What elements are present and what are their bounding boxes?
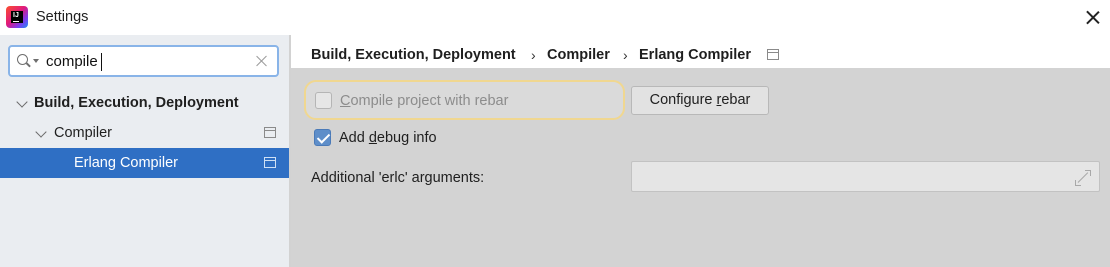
tree-item-label: Erlang Compiler — [74, 155, 178, 171]
clear-search-icon[interactable] — [255, 54, 269, 68]
expand-icon[interactable] — [1074, 169, 1092, 187]
tree-item-compiler[interactable]: Compiler — [0, 118, 289, 148]
mnemonic-char: C — [340, 93, 351, 109]
compile-with-rebar-label: Compile project with rebar — [340, 93, 508, 109]
search-field[interactable] — [8, 45, 279, 77]
breadcrumb-item[interactable]: Compiler — [547, 47, 610, 63]
label-text: ompile project with rebar — [350, 93, 509, 109]
add-debug-info-label[interactable]: Add debug info — [339, 130, 437, 146]
mnemonic-char: d — [368, 130, 377, 146]
label-text: ebug info — [376, 130, 437, 146]
breadcrumb-separator: › — [623, 47, 628, 63]
tree-item-build-execution-deployment[interactable]: Build, Execution, Deployment — [0, 88, 289, 118]
breadcrumb-item: Erlang Compiler — [639, 47, 751, 63]
label-text: Add — [339, 130, 369, 146]
title-bar: IJ Settings — [0, 0, 1110, 35]
search-icon[interactable] — [16, 53, 39, 69]
project-level-icon — [264, 127, 276, 138]
window-title: Settings — [36, 9, 89, 25]
compile-with-rebar-option: Compile project with rebar — [304, 80, 625, 120]
erlc-arguments-label: Additional 'erlc' arguments: — [311, 170, 485, 186]
add-debug-info-checkbox[interactable] — [314, 129, 331, 146]
erlc-arguments-input[interactable] — [631, 161, 1100, 192]
logo-text: IJ — [13, 12, 19, 19]
tree-item-label: Compiler — [54, 125, 113, 141]
label-text: ebar — [721, 92, 751, 108]
breadcrumb-item[interactable]: Build, Execution, Deployment — [311, 47, 516, 63]
label-text: Configure — [649, 92, 717, 108]
compile-with-rebar-checkbox[interactable] — [315, 92, 332, 109]
project-level-icon — [767, 49, 779, 60]
configure-rebar-button[interactable]: Configure rebar — [631, 86, 769, 115]
chevron-down-icon[interactable] — [35, 126, 47, 138]
chevron-down-icon[interactable] — [16, 96, 28, 108]
breadcrumb-separator: › — [531, 47, 536, 63]
breadcrumb: Build, Execution, Deployment › Compiler … — [291, 35, 1110, 68]
settings-content: Compile project with rebar Configure reb… — [291, 68, 1110, 267]
project-level-icon — [264, 157, 276, 168]
search-input[interactable] — [46, 51, 246, 71]
intellij-logo-icon: IJ — [6, 6, 28, 28]
settings-sidebar: Build, Execution, Deployment Compiler Er… — [0, 35, 289, 267]
close-icon[interactable] — [1082, 7, 1104, 29]
tree-item-label: Build, Execution, Deployment — [34, 95, 239, 111]
text-caret — [101, 53, 102, 71]
tree-item-erlang-compiler[interactable]: Erlang Compiler — [0, 148, 289, 178]
